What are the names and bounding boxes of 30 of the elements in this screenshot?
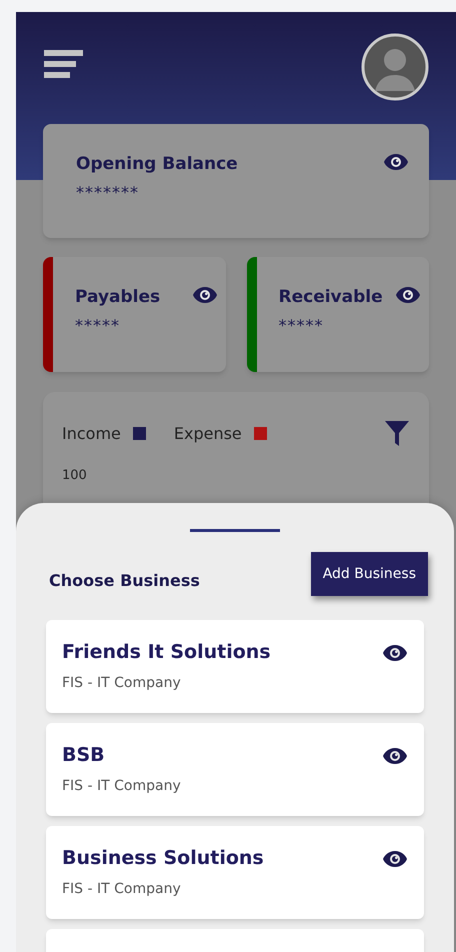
- legend-label: Expense: [174, 422, 242, 444]
- eye-icon[interactable]: [382, 644, 408, 662]
- filter-icon[interactable]: [385, 421, 409, 446]
- card-title: Opening Balance: [76, 153, 238, 175]
- business-name: BSB: [62, 743, 106, 767]
- hidden-value: *******: [76, 182, 140, 204]
- eye-icon[interactable]: [383, 153, 409, 171]
- business-subtitle: FIS - IT Company: [62, 777, 181, 796]
- add-business-button[interactable]: Add Business: [310, 552, 428, 596]
- axis-label: 100: [62, 467, 87, 485]
- sheet-title: Choose Business: [49, 570, 200, 592]
- avatar-icon[interactable]: [361, 33, 429, 101]
- business-name: Business Solutions: [62, 846, 264, 870]
- hidden-value: *****: [278, 315, 324, 337]
- eye-icon[interactable]: [382, 747, 408, 765]
- business-card[interactable]: Business Solutions FIS - IT Company: [46, 826, 424, 919]
- eye-icon[interactable]: [382, 850, 408, 868]
- business-card[interactable]: BSB FIS - IT Company: [46, 723, 424, 816]
- business-subtitle: FIS - IT Company: [62, 880, 182, 899]
- eye-icon[interactable]: [395, 286, 421, 304]
- business-card[interactable]: Friends It Solutions FIS - IT Company: [46, 620, 424, 713]
- business-name: Friends It Solutions: [62, 640, 271, 664]
- business-subtitle: FIS - IT Company: [62, 674, 182, 693]
- card-title: Receivable: [278, 286, 383, 308]
- hidden-value: *****: [75, 315, 121, 337]
- drag-handle[interactable]: [190, 529, 280, 532]
- legend-label: Income: [62, 422, 121, 444]
- eye-icon[interactable]: [192, 286, 218, 304]
- card-title: Payables: [75, 286, 160, 308]
- menu-icon[interactable]: [44, 50, 83, 79]
